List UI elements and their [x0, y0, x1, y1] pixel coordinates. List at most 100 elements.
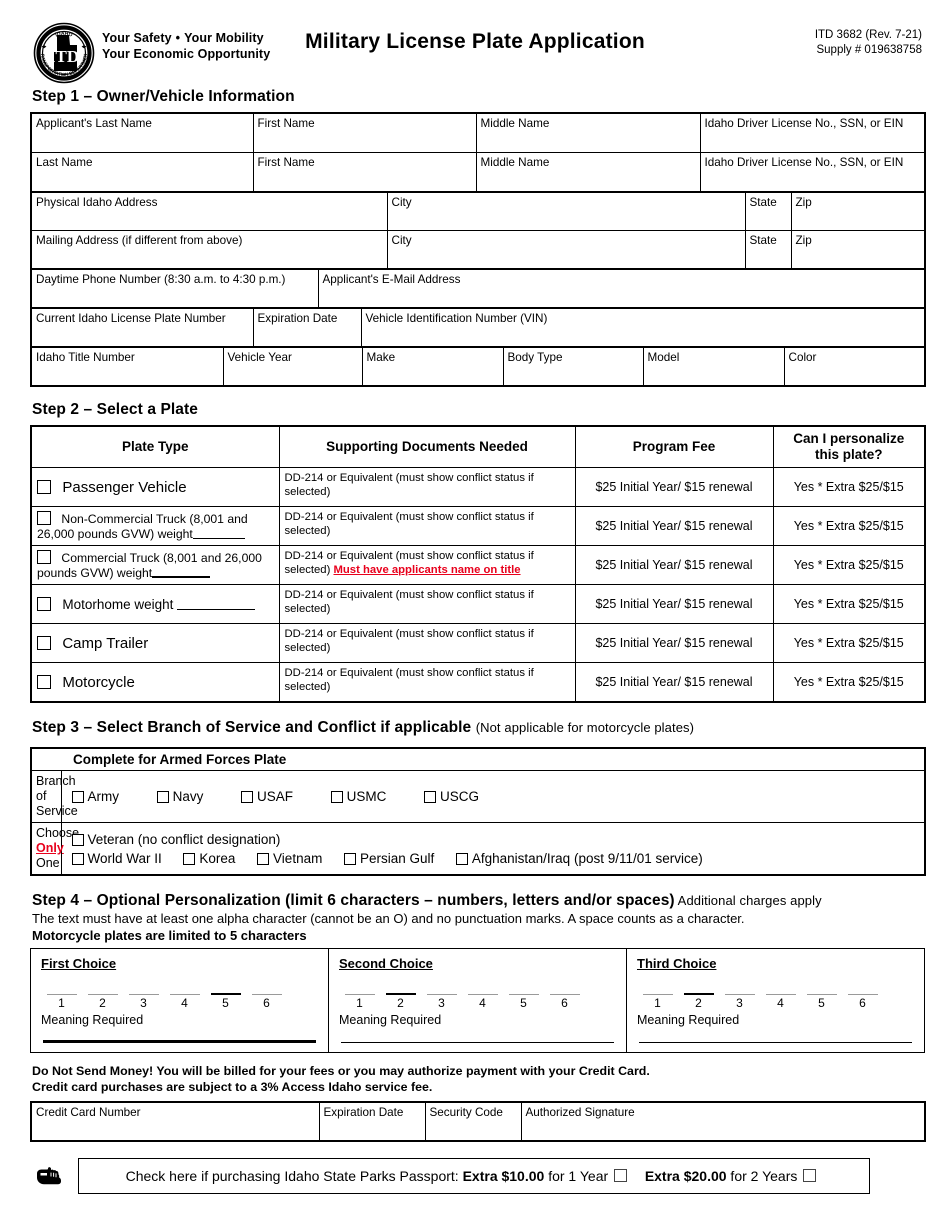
field-idaho-title-number[interactable]: Idaho Title Number [30, 346, 224, 387]
checkbox-camp-trailer[interactable] [37, 635, 51, 650]
slot-3[interactable]: 3 [719, 994, 760, 1010]
field-physical-city[interactable]: City [386, 191, 746, 231]
slot-5[interactable]: 5 [503, 994, 544, 1010]
field-body-type[interactable]: Body Type [502, 346, 644, 387]
field-authorized-signature[interactable]: Authorized Signature [520, 1101, 926, 1142]
field-credit-card-number[interactable]: Credit Card Number [30, 1101, 320, 1142]
slot-5[interactable]: 5 [801, 994, 842, 1010]
option-usaf[interactable]: USAF [241, 789, 293, 804]
option-navy[interactable]: Navy [156, 789, 203, 804]
slot-6[interactable]: 6 [544, 994, 585, 1010]
slot-4[interactable]: 4 [164, 994, 205, 1010]
checkbox-motorcycle[interactable] [37, 674, 51, 689]
checkbox-passenger-vehicle[interactable] [37, 479, 51, 494]
option-vietnam[interactable]: Vietnam [257, 851, 322, 866]
slot-2[interactable]: 2 [82, 994, 123, 1010]
first-choice-slots[interactable]: 1 2 3 4 5 6 [41, 993, 318, 1012]
plate-type-motorhome[interactable]: Motorhome weight [30, 584, 280, 624]
plate-type-motorcycle[interactable]: Motorcycle [30, 662, 280, 703]
plate-type-commercial-truck[interactable]: Commercial Truck (8,001 and 26,000 pound… [30, 545, 280, 585]
field-vehicle-year[interactable]: Vehicle Year [222, 346, 363, 387]
slot-3[interactable]: 3 [123, 994, 164, 1010]
field-mailing-state[interactable]: State [744, 230, 792, 270]
slot-1[interactable]: 1 [339, 994, 380, 1010]
field-physical-zip[interactable]: Zip [790, 191, 926, 231]
checkbox-persian-gulf[interactable] [343, 852, 356, 865]
checkbox-usaf[interactable] [241, 791, 254, 803]
field-physical-address[interactable]: Physical Idaho Address [30, 191, 388, 231]
option-label: USCG [440, 789, 480, 804]
field-mailing-address[interactable]: Mailing Address (if different from above… [30, 230, 388, 270]
option-usmc[interactable]: USMC [330, 789, 386, 804]
option-label: Persian Gulf [359, 850, 435, 866]
field-card-expiration-date[interactable]: Expiration Date [318, 1101, 426, 1142]
second-choice-cell[interactable]: Second Choice 1 2 3 4 5 6 Meaning Required [328, 948, 627, 1053]
state-parks-passport-section: Check here if purchasing Idaho State Par… [28, 1158, 922, 1196]
plate-type-non-commercial-truck[interactable]: Non-Commercial Truck (8,001 and 26,000 p… [30, 506, 280, 546]
slot-6[interactable]: 6 [246, 994, 287, 1010]
field-middle-name[interactable]: Middle Name [475, 112, 701, 153]
slot-3[interactable]: 3 [421, 994, 462, 1010]
field-first-name[interactable]: First Name [252, 112, 477, 153]
checkbox-army[interactable] [71, 791, 84, 803]
slot-5[interactable]: 5 [205, 993, 246, 1010]
option-veteran[interactable]: Veteran (no conflict designation) [71, 832, 280, 847]
checkbox-uscg[interactable] [424, 791, 437, 803]
weight-blank-motorhome[interactable] [177, 608, 256, 610]
option-world-war-ii[interactable]: World War II [71, 851, 162, 866]
field-color[interactable]: Color [783, 346, 926, 387]
checkbox-afghanistan-iraq[interactable] [455, 852, 468, 865]
option-persian-gulf[interactable]: Persian Gulf [343, 850, 435, 866]
field-model[interactable]: Model [642, 346, 785, 387]
checkbox-world-war-ii[interactable] [71, 852, 84, 865]
field-physical-state[interactable]: State [744, 191, 792, 231]
field-email-address[interactable]: Applicant's E-Mail Address [317, 268, 926, 309]
second-choice-slots[interactable]: 1 2 3 4 5 6 [339, 993, 616, 1012]
checkbox-korea[interactable] [183, 852, 196, 865]
third-choice-meaning-line[interactable] [639, 1042, 912, 1043]
option-army[interactable]: Army [71, 789, 119, 804]
second-choice-meaning-line[interactable] [341, 1042, 614, 1043]
third-choice-cell[interactable]: Third Choice 1 2 3 4 5 6 Meaning Required [626, 948, 925, 1053]
weight-blank-commercial-truck[interactable] [152, 575, 211, 578]
field-make[interactable]: Make [361, 346, 504, 387]
field-mailing-city[interactable]: City [386, 230, 746, 270]
weight-blank-non-commercial-truck[interactable] [192, 537, 245, 539]
field-dl-ssn-ein[interactable]: Idaho Driver License No., SSN, or EIN [699, 112, 926, 153]
field-co-owner-first-name[interactable]: First Name [252, 152, 477, 193]
slot-4[interactable]: 4 [462, 994, 503, 1010]
slot-6[interactable]: 6 [842, 994, 883, 1010]
slot-2[interactable]: 2 [678, 993, 719, 1010]
checkbox-non-commercial-truck[interactable] [37, 510, 51, 525]
option-korea[interactable]: Korea [183, 851, 235, 866]
field-co-owner-dl-ssn-ein[interactable]: Idaho Driver License No., SSN, or EIN [699, 152, 926, 193]
slot-1[interactable]: 1 [637, 994, 678, 1010]
third-choice-slots[interactable]: 1 2 3 4 5 6 [637, 993, 914, 1012]
slot-2[interactable]: 2 [380, 993, 421, 1010]
slot-1[interactable]: 1 [41, 994, 82, 1010]
slot-4[interactable]: 4 [760, 994, 801, 1010]
field-mailing-zip[interactable]: Zip [790, 230, 926, 270]
checkbox-navy[interactable] [156, 791, 169, 803]
checkbox-usmc[interactable] [330, 791, 343, 803]
checkbox-passport-2-years[interactable] [803, 1169, 817, 1182]
field-co-owner-last-name[interactable]: Last Name [30, 152, 254, 193]
plate-type-passenger-vehicle[interactable]: Passenger Vehicle [30, 467, 280, 507]
first-choice-meaning-line[interactable] [43, 1040, 316, 1043]
checkbox-veteran[interactable] [71, 833, 84, 846]
checkbox-vietnam[interactable] [257, 852, 270, 865]
option-afghanistan-iraq[interactable]: Afghanistan/Iraq (post 9/11/01 service) [455, 851, 703, 866]
plate-type-camp-trailer[interactable]: Camp Trailer [30, 623, 280, 663]
checkbox-motorhome[interactable] [37, 596, 51, 611]
field-plate-expiration-date[interactable]: Expiration Date [252, 307, 362, 348]
checkbox-passport-1-year[interactable] [614, 1169, 628, 1182]
field-applicant-last-name[interactable]: Applicant's Last Name [30, 112, 254, 153]
field-current-plate-number[interactable]: Current Idaho License Plate Number [30, 307, 254, 348]
field-co-owner-middle-name[interactable]: Middle Name [475, 152, 701, 193]
option-uscg[interactable]: USCG [424, 789, 479, 804]
checkbox-commercial-truck[interactable] [37, 549, 51, 564]
field-daytime-phone[interactable]: Daytime Phone Number (8:30 a.m. to 4:30 … [30, 268, 319, 309]
field-vin[interactable]: Vehicle Identification Number (VIN) [360, 307, 926, 348]
first-choice-cell[interactable]: First Choice 1 2 3 4 5 6 Meaning Required [30, 948, 329, 1053]
field-security-code[interactable]: Security Code [424, 1101, 522, 1142]
